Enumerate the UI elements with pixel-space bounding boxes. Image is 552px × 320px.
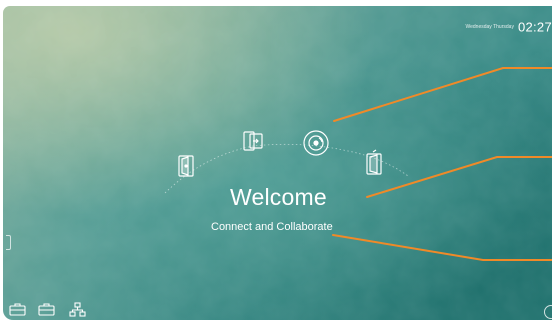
welcome-subtitle: Connect and Collaborate [211,221,333,233]
input-icon[interactable] [243,131,263,151]
side-drawer-handle[interactable] [6,235,11,250]
app-icon-left[interactable] [178,155,194,177]
disc-icon[interactable] [303,130,329,156]
settings-icon[interactable] [544,305,552,319]
toolbox-icon[interactable] [37,302,57,316]
app-ring [164,130,409,194]
network-icon[interactable] [69,302,87,318]
welcome-screen: Wednesday Thursday 02:27 Welcome Connect… [3,6,552,320]
welcome-title: Welcome [230,184,327,210]
mirror-icon[interactable] [366,149,382,175]
toolbox-icon[interactable] [8,302,28,316]
